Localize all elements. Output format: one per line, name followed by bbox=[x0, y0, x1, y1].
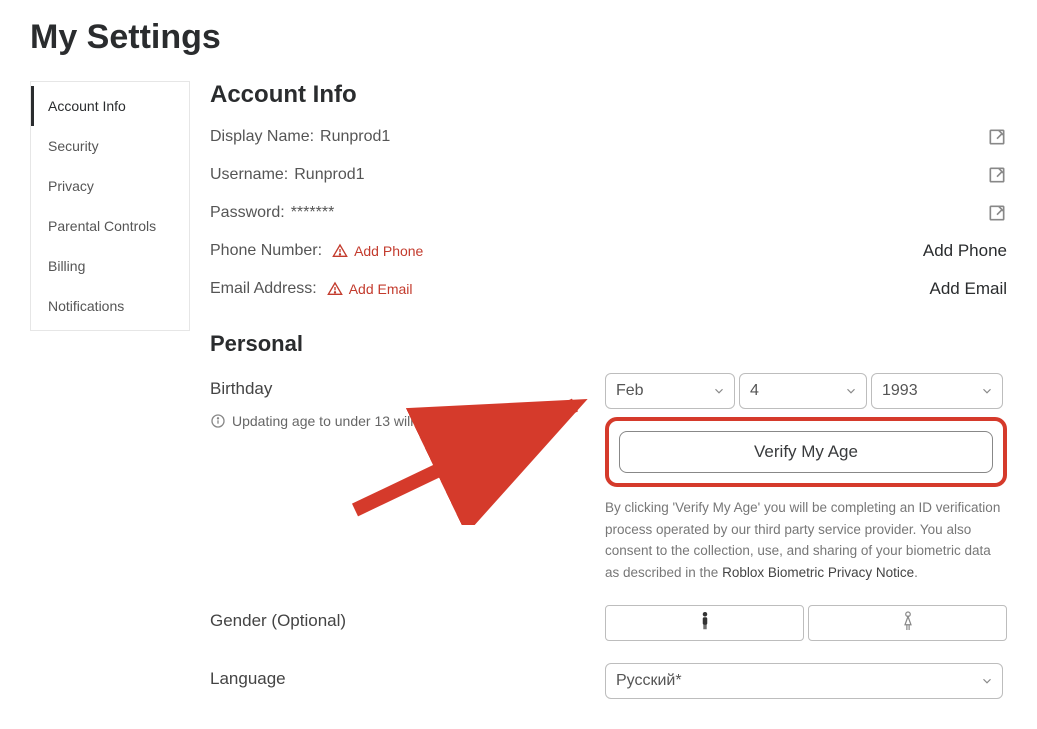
language-label: Language bbox=[210, 669, 605, 689]
verify-disclaimer: By clicking 'Verify My Age' you will be … bbox=[605, 497, 1007, 583]
warning-triangle-icon bbox=[327, 281, 343, 297]
select-value: Feb bbox=[616, 382, 644, 400]
password-row: Password: ******* bbox=[210, 199, 1007, 227]
birthday-day-select[interactable]: 4 bbox=[739, 373, 867, 409]
display-name-row: Display Name: Runprod1 bbox=[210, 123, 1007, 151]
main-content: Account Info Display Name: Runprod1 User… bbox=[210, 81, 1007, 699]
sidebar-item-label: Billing bbox=[48, 258, 85, 274]
sidebar-item-label: Account Info bbox=[48, 98, 126, 114]
username-value: Runprod1 bbox=[294, 166, 364, 184]
gender-male-button[interactable] bbox=[605, 605, 804, 641]
password-label: Password: bbox=[210, 204, 285, 222]
gender-label: Gender (Optional) bbox=[210, 611, 605, 631]
sidebar-item-account-info[interactable]: Account Info bbox=[31, 86, 189, 126]
phone-row: Phone Number: Add Phone Add Phone bbox=[210, 237, 1007, 265]
female-icon bbox=[899, 610, 917, 637]
warning-triangle-icon bbox=[332, 243, 348, 259]
language-row: Language Русский* bbox=[210, 663, 1007, 699]
gender-female-button[interactable] bbox=[808, 605, 1007, 641]
disclaimer-post: . bbox=[914, 565, 918, 580]
username-row: Username: Runprod1 bbox=[210, 161, 1007, 189]
email-row: Email Address: Add Email Add Email bbox=[210, 275, 1007, 303]
chevron-down-icon bbox=[712, 384, 726, 398]
birthday-year-select[interactable]: 1993 bbox=[871, 373, 1003, 409]
sidebar-item-security[interactable]: Security bbox=[31, 126, 189, 166]
birthday-month-select[interactable]: Feb bbox=[605, 373, 735, 409]
phone-label: Phone Number: bbox=[210, 242, 322, 260]
sidebar-item-label: Parental Controls bbox=[48, 218, 156, 234]
display-name-label: Display Name: bbox=[210, 128, 314, 146]
sidebar-item-privacy[interactable]: Privacy bbox=[31, 166, 189, 206]
edit-icon[interactable] bbox=[987, 165, 1007, 185]
sidebar-item-label: Notifications bbox=[48, 298, 124, 314]
email-label: Email Address: bbox=[210, 280, 317, 298]
select-value: 1993 bbox=[882, 382, 918, 400]
page-title: My Settings bbox=[30, 18, 1007, 57]
gender-row: Gender (Optional) bbox=[210, 605, 1007, 641]
sidebar-item-label: Privacy bbox=[48, 178, 94, 194]
birthday-label: Birthday bbox=[210, 379, 605, 399]
verify-my-age-button[interactable]: Verify My Age bbox=[619, 431, 993, 473]
account-info-heading: Account Info bbox=[210, 81, 1007, 109]
biometric-privacy-notice-link[interactable]: Roblox Biometric Privacy Notice bbox=[722, 565, 914, 580]
edit-icon[interactable] bbox=[987, 203, 1007, 223]
verify-age-highlight-box: Verify My Age bbox=[605, 417, 1007, 487]
male-icon bbox=[696, 610, 714, 637]
sidebar-item-label: Security bbox=[48, 138, 99, 154]
sidebar-item-parental-controls[interactable]: Parental Controls bbox=[31, 206, 189, 246]
add-phone-action[interactable]: Add Phone bbox=[923, 241, 1007, 261]
info-circle-icon bbox=[210, 413, 226, 429]
personal-heading: Personal bbox=[210, 331, 1007, 357]
add-phone-link[interactable]: Add Phone bbox=[354, 243, 423, 259]
chevron-down-icon bbox=[980, 384, 994, 398]
birthday-row: Birthday Updating age to under 13 will e… bbox=[210, 373, 1007, 583]
chevron-down-icon bbox=[980, 674, 994, 688]
language-select[interactable]: Русский* bbox=[605, 663, 1003, 699]
add-email-link[interactable]: Add Email bbox=[349, 281, 413, 297]
under13-hint: Updating age to under 13 will enable Pri… bbox=[232, 413, 552, 429]
password-value: ******* bbox=[291, 204, 335, 222]
sidebar-item-notifications[interactable]: Notifications bbox=[31, 286, 189, 326]
username-label: Username: bbox=[210, 166, 288, 184]
chevron-down-icon bbox=[844, 384, 858, 398]
select-value: Русский* bbox=[616, 672, 682, 690]
display-name-value: Runprod1 bbox=[320, 128, 390, 146]
settings-sidebar: Account Info Security Privacy Parental C… bbox=[30, 81, 190, 331]
add-email-action[interactable]: Add Email bbox=[930, 279, 1007, 299]
sidebar-item-billing[interactable]: Billing bbox=[31, 246, 189, 286]
edit-icon[interactable] bbox=[987, 127, 1007, 147]
select-value: 4 bbox=[750, 382, 759, 400]
